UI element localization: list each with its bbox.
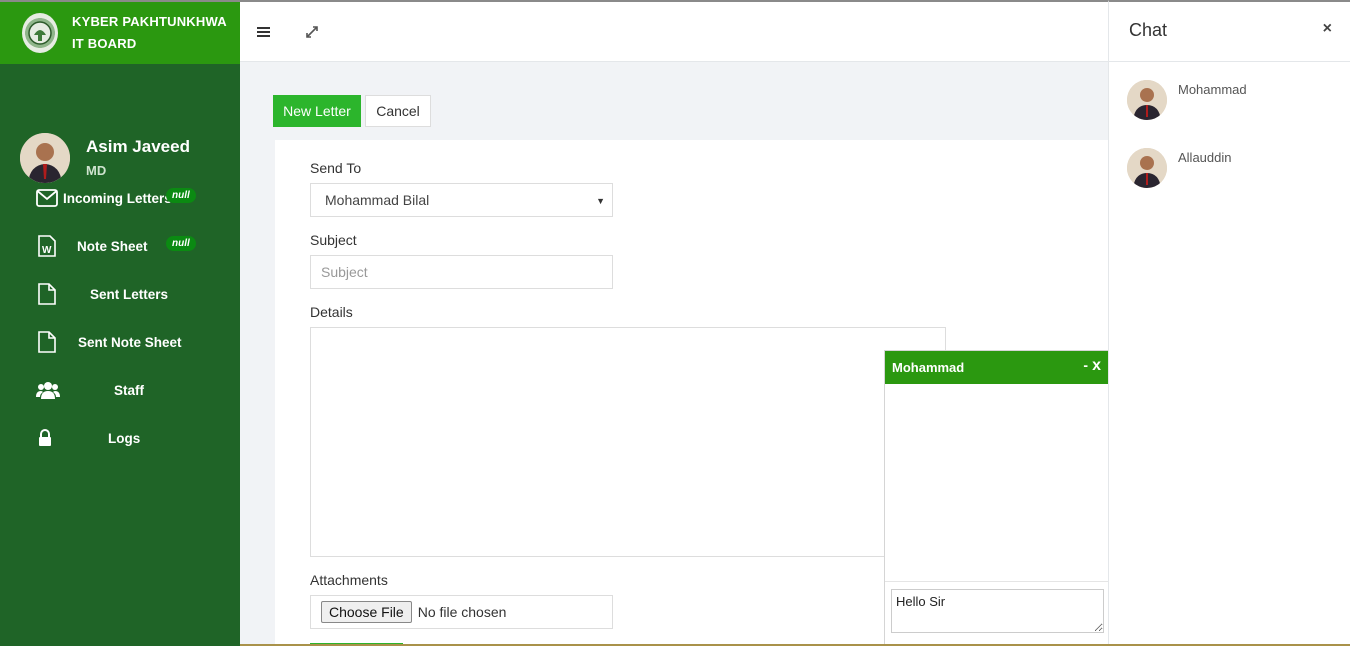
sidebar-item-label: Staff [114, 382, 144, 398]
subject-label: Subject [310, 232, 357, 248]
sidebar-item-label: Sent Letters [90, 286, 169, 302]
brand-line-1: KYBER PAKHTUNKHWA [72, 14, 227, 29]
caret-down-icon: ▼ [596, 196, 605, 206]
user-name: Asim Javeed [86, 137, 190, 156]
subject-input[interactable]: Subject [310, 255, 613, 289]
sidebar-item-logs[interactable]: Logs [0, 418, 240, 458]
details-textarea[interactable] [310, 327, 946, 557]
sidebar-item-label: Incoming Letters [63, 190, 172, 206]
file-icon [36, 283, 58, 305]
send-to-label: Send To [310, 160, 362, 176]
svg-text:W: W [42, 245, 52, 256]
attachment-file-input[interactable]: Choose File No file chosen [310, 595, 613, 629]
minimize-button[interactable]: - [1083, 357, 1088, 373]
avatar[interactable] [20, 132, 70, 183]
sidebar-item-label: Sent Note Sheet [78, 334, 182, 350]
sidebar-item-label: Logs [108, 430, 141, 446]
chat-window-header[interactable]: Mohammad - x [885, 351, 1108, 384]
send-to-select[interactable]: Mohammad Bilal ▼ [310, 183, 613, 217]
sidebar: KYBER PAKHTUNKHWA IT BOARD Asim Javeed M… [0, 0, 240, 646]
count-badge: null [166, 236, 196, 251]
sidebar-item-note-sheet[interactable]: W Note Sheet null [0, 226, 240, 266]
brand-title: KYBER PAKHTUNKHWA IT BOARD [72, 11, 227, 55]
users-icon [36, 379, 60, 401]
close-icon[interactable]: × [1323, 20, 1332, 38]
chat-panel-header: Chat × [1109, 2, 1350, 62]
user-role: MD [86, 163, 107, 178]
sidebar-item-staff[interactable]: Staff [0, 370, 240, 410]
chat-contact[interactable]: Mohammad [1127, 80, 1337, 124]
envelope-icon [36, 187, 58, 209]
cancel-button[interactable]: Cancel [365, 95, 431, 127]
brand-line-2: IT BOARD [72, 36, 137, 51]
expand-icon[interactable] [302, 22, 322, 42]
avatar [1127, 80, 1167, 120]
attachments-label: Attachments [310, 572, 388, 588]
avatar [1127, 148, 1167, 188]
file-icon [36, 331, 58, 353]
chat-contact[interactable]: Allauddin [1127, 148, 1337, 192]
count-badge: null [166, 188, 196, 203]
close-button[interactable]: x [1092, 357, 1101, 375]
new-letter-button[interactable]: New Letter [273, 95, 361, 127]
chat-panel: Chat × Mohammad Allauddin [1108, 0, 1350, 646]
sidebar-item-incoming-letters[interactable]: Incoming Letters null [0, 178, 240, 218]
chat-panel-title: Chat [1129, 20, 1168, 40]
sidebar-item-sent-note-sheet[interactable]: Sent Note Sheet [0, 322, 240, 362]
lock-icon [34, 427, 56, 449]
top-bar [240, 0, 1110, 62]
send-to-value: Mohammad Bilal [325, 192, 430, 208]
brand-header[interactable]: KYBER PAKHTUNKHWA IT BOARD [0, 2, 240, 64]
file-status: No file chosen [417, 604, 507, 620]
contact-name: Allauddin [1178, 150, 1232, 165]
hamburger-icon[interactable] [254, 22, 274, 42]
emblem-logo-icon [22, 13, 58, 53]
contact-name: Mohammad [1178, 82, 1247, 97]
details-label: Details [310, 304, 353, 320]
sidebar-item-sent-letters[interactable]: Sent Letters [0, 274, 240, 314]
chat-message-input[interactable]: Hello Sir [891, 589, 1104, 633]
word-document-icon: W [36, 235, 58, 257]
chat-window-title: Mohammad [892, 360, 965, 375]
choose-file-button[interactable]: Choose File [321, 601, 412, 623]
chat-messages [885, 384, 1108, 582]
sidebar-item-label: Note Sheet [77, 238, 148, 254]
chat-window: Mohammad - x Hello Sir [884, 350, 1109, 646]
